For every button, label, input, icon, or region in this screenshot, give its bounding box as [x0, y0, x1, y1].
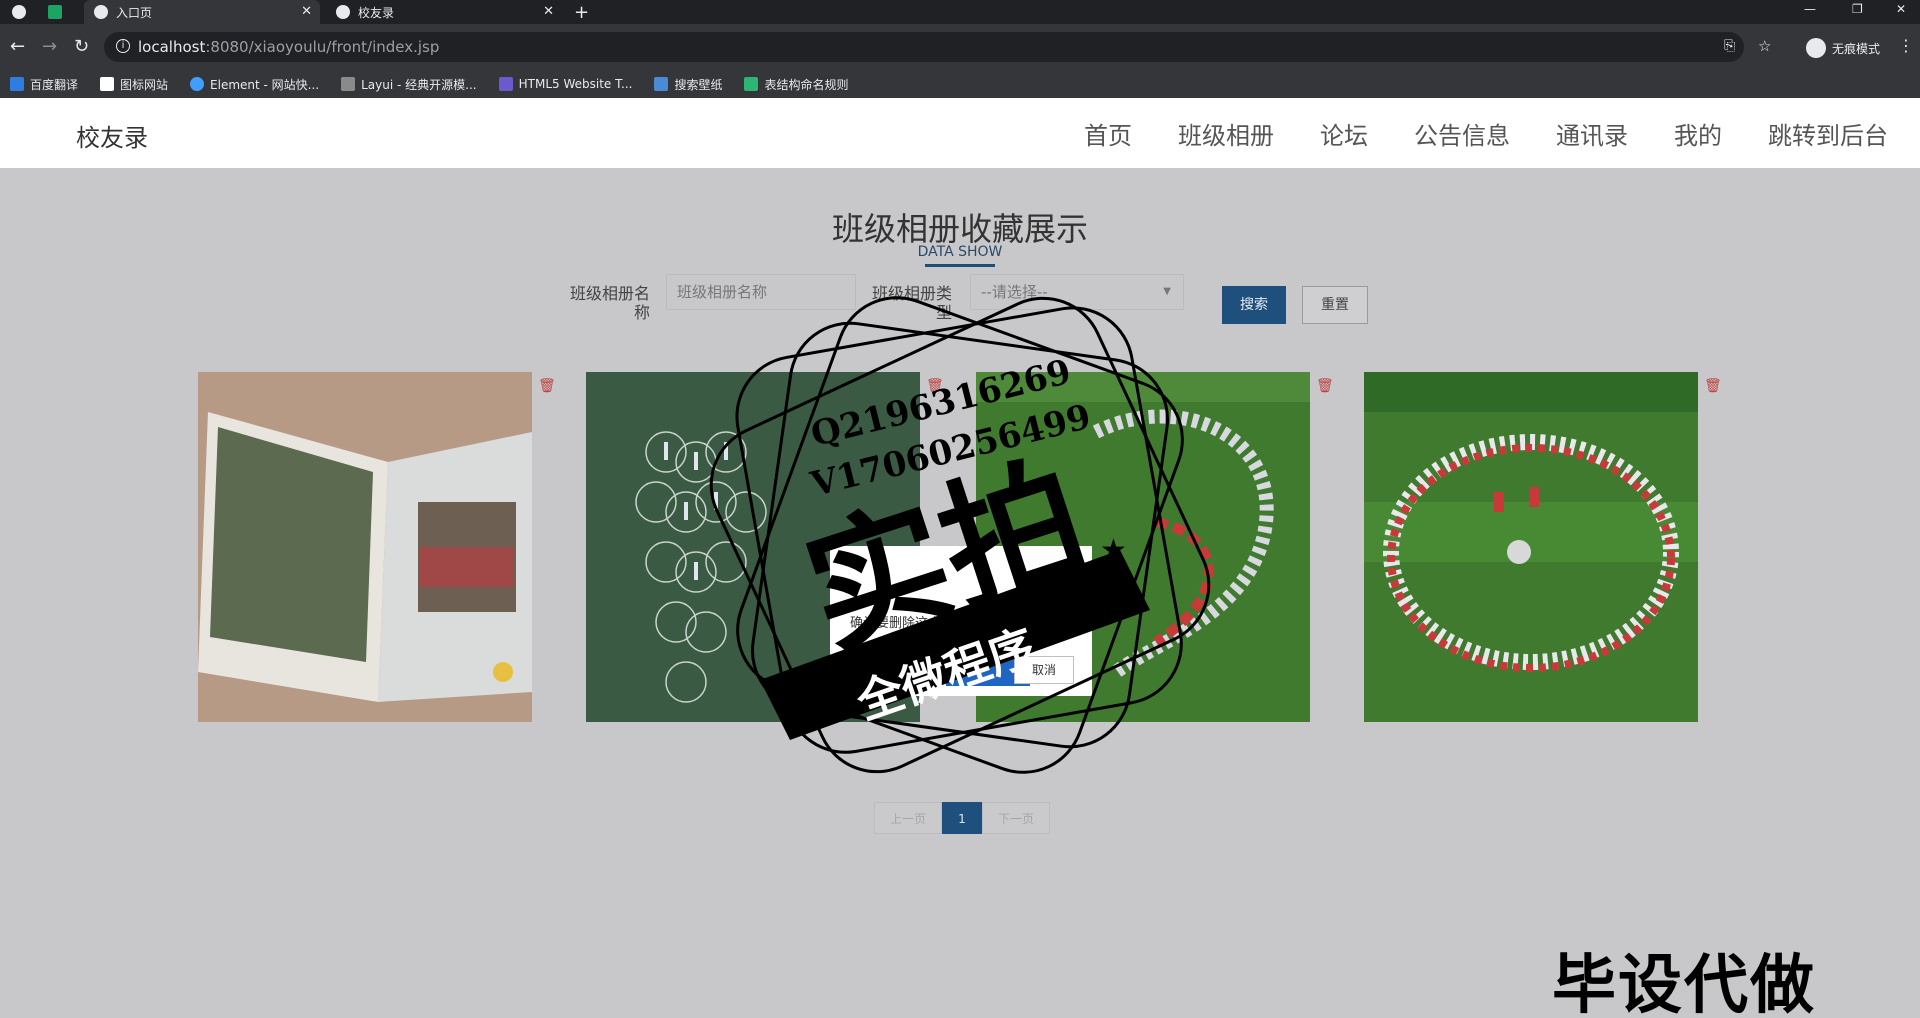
- close-window-icon[interactable]: ✕: [1896, 2, 1906, 16]
- star-icon: ★: [775, 664, 811, 710]
- url-host: localhost: [138, 38, 206, 56]
- bookmarks-bar: 百度翻译 图标网站 Element - 网站快... Layui - 经典开源模…: [0, 70, 1920, 98]
- globe-icon: [12, 5, 26, 19]
- back-icon[interactable]: ←: [10, 36, 25, 57]
- watermark-stamp: Q2196316269 V17060256499 实拍 全微程序 ★ ★: [709, 296, 1211, 774]
- incognito-label: 无痕模式: [1831, 41, 1880, 56]
- star-icon: ★: [1100, 533, 1127, 568]
- trash-icon[interactable]: 🗑: [1704, 378, 1722, 394]
- url-path: :8080/xiaoyoulu/front/index.jsp: [205, 38, 440, 56]
- restore-icon[interactable]: ❐: [1852, 2, 1863, 16]
- corner-watermark: 毕设代做: [1552, 949, 1816, 1018]
- reset-button[interactable]: 重置: [1302, 286, 1368, 324]
- bookmark-label: HTML5 Website T...: [518, 77, 633, 91]
- menu-icon[interactable]: ⋮: [1898, 36, 1914, 55]
- reload-icon[interactable]: ↻: [74, 36, 89, 57]
- nav-contacts[interactable]: 通讯录: [1556, 116, 1628, 151]
- album-photo-1[interactable]: [198, 372, 532, 722]
- album-photo-4[interactable]: [1364, 372, 1698, 722]
- globe-icon: [94, 5, 108, 19]
- bookmark-icon-site[interactable]: 图标网站: [100, 76, 168, 93]
- nav-forum[interactable]: 论坛: [1320, 116, 1368, 151]
- page-button-1[interactable]: 1: [942, 802, 982, 834]
- bookmark-label: 图标网站: [120, 77, 169, 92]
- label-line: 班级相册名: [569, 284, 650, 303]
- sheet-icon: [744, 77, 759, 91]
- new-tab-button[interactable]: +: [574, 0, 594, 24]
- close-icon[interactable]: ✕: [543, 4, 554, 19]
- next-page-button[interactable]: 下一页: [982, 802, 1050, 834]
- prev-page-button[interactable]: 上一页: [874, 802, 942, 834]
- nav-announcements[interactable]: 公告信息: [1414, 116, 1510, 151]
- forward-icon[interactable]: →: [42, 36, 57, 57]
- album-name-label: 班级相册名 称: [560, 284, 650, 322]
- minimize-icon[interactable]: —: [1804, 2, 1816, 16]
- site-brand[interactable]: 校友录: [76, 118, 148, 153]
- browser-tab-bar: 入口页 ✕ 校友录 ✕ + — ❐ ✕: [0, 0, 1920, 24]
- bookmark-label: 搜索壁纸: [674, 77, 723, 92]
- page-subtitle: DATA SHOW: [917, 244, 1003, 260]
- bookmark-label: 百度翻译: [30, 77, 79, 92]
- search-button[interactable]: 搜索: [1222, 286, 1286, 324]
- site-header: 校友录 首页 班级相册 论坛 公告信息 通讯录 我的 跳转到后台: [0, 98, 1920, 168]
- trash-icon[interactable]: 🗑: [538, 378, 556, 394]
- flag-icon: [100, 77, 115, 91]
- label-line: 称: [633, 303, 650, 322]
- layui-logo-icon: [341, 77, 356, 91]
- nav-admin[interactable]: 跳转到后台: [1768, 116, 1888, 151]
- subtitle-underline: [925, 264, 995, 267]
- nav-class-album[interactable]: 班级相册: [1178, 116, 1274, 151]
- address-bar-row: ← → ↻ i localhost:8080/xiaoyoulu/front/i…: [0, 24, 1920, 70]
- pagination: 上一页 1 下一页: [874, 802, 1050, 834]
- site-nav: 首页 班级相册 论坛 公告信息 通讯录 我的 跳转到后台: [1038, 116, 1888, 151]
- bookmark-element[interactable]: Element - 网站快...: [190, 76, 319, 93]
- globe-icon: [336, 5, 350, 19]
- star-icon[interactable]: ☆: [1758, 37, 1771, 55]
- info-icon[interactable]: i: [116, 39, 130, 53]
- translate-app-icon: [10, 77, 24, 91]
- bookmark-layui[interactable]: Layui - 经典开源模...: [341, 76, 477, 93]
- bookmark-table-naming[interactable]: 表结构命名规则: [744, 76, 848, 93]
- bookmark-label: 表结构命名规则: [764, 77, 849, 92]
- incognito-icon: [1805, 38, 1826, 58]
- bookmark-wallpaper[interactable]: 搜索壁纸: [654, 76, 722, 93]
- translate-icon[interactable]: ⎘: [1724, 38, 1735, 54]
- trash-icon[interactable]: 🗑: [1316, 378, 1334, 394]
- url-field[interactable]: i localhost:8080/xiaoyoulu/front/index.j…: [104, 32, 1744, 62]
- nav-home[interactable]: 首页: [1084, 116, 1132, 151]
- bookmark-label: Element - 网站快...: [210, 77, 320, 92]
- tab-entry-page[interactable]: 入口页 ✕: [84, 0, 320, 24]
- tab-label: 入口页: [116, 5, 153, 20]
- tab-pinned-2[interactable]: [48, 0, 74, 24]
- nav-mine[interactable]: 我的: [1674, 116, 1722, 151]
- element-logo-icon: [190, 77, 205, 91]
- bookmark-html5[interactable]: HTML5 Website T...: [498, 77, 633, 91]
- bookmark-label: Layui - 经典开源模...: [361, 77, 477, 92]
- tab-label: 校友录: [358, 5, 395, 20]
- close-icon[interactable]: ✕: [301, 4, 312, 19]
- tab-alumni[interactable]: 校友录 ✕: [326, 0, 562, 24]
- html5-logo-icon: [498, 77, 513, 91]
- wallpaper-icon: [654, 77, 669, 91]
- bookmark-baidu-translate[interactable]: 百度翻译: [10, 76, 78, 93]
- incognito-indicator[interactable]: 无痕模式: [1805, 38, 1880, 58]
- tab-pinned-1[interactable]: [12, 0, 38, 24]
- sheet-icon: [48, 5, 62, 19]
